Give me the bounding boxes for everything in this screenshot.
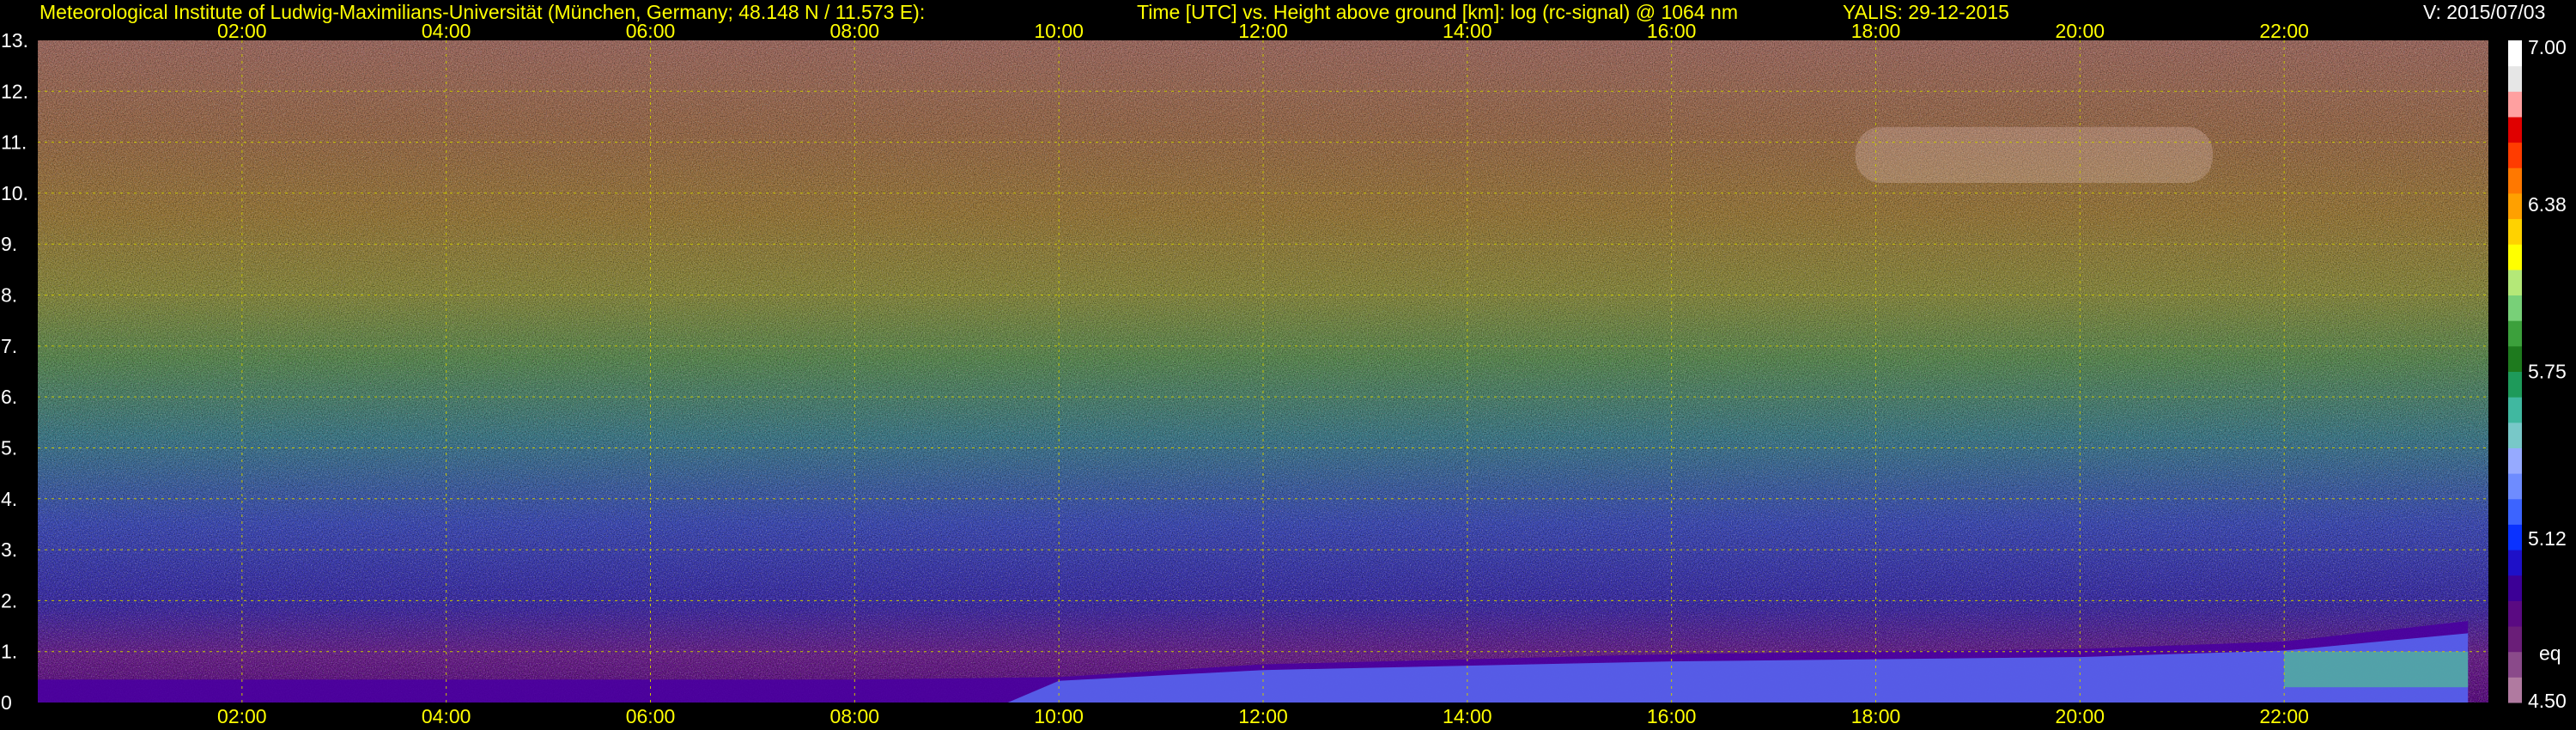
x-axis-top: 02:00 04:00 06:00 08:00 10:00 12:00 14:00 16:00… <box>217 20 2309 42</box>
colorbar-swatch <box>2508 677 2522 703</box>
colorbar-swatch <box>2508 40 2522 67</box>
y-tick-label: 9. <box>1 233 17 255</box>
colorbar-swatch <box>2508 600 2522 627</box>
x-tick-label-top: 16:00 <box>1647 20 1697 42</box>
lidar-heatmap-chart: 02:00 04:00 06:00 08:00 10:00 12:00 14:00 16:00… <box>1 20 2567 727</box>
colorbar-swatch <box>2508 371 2522 398</box>
x-tick-label-bottom: 08:00 <box>830 705 880 727</box>
colorbar-swatch <box>2508 626 2522 653</box>
x-tick-label-top: 14:00 <box>1443 20 1492 42</box>
colorbar-swatch <box>2508 116 2522 143</box>
x-tick-label-top: 02:00 <box>217 20 267 42</box>
x-tick-label-bottom: 22:00 <box>2259 705 2309 727</box>
y-tick-label: 2. <box>1 589 17 611</box>
colorbar-swatch <box>2508 320 2522 347</box>
cirrus-cloud <box>1855 126 2213 184</box>
y-tick-label: 3. <box>1 538 17 561</box>
colorbar-swatch <box>2508 651 2522 678</box>
y-tick-label: 5. <box>1 436 17 459</box>
x-tick-label-bottom: 04:00 <box>422 705 471 727</box>
colorbar-swatch <box>2508 498 2522 525</box>
y-tick-label: 4. <box>1 488 17 510</box>
x-tick-label-top: 10:00 <box>1034 20 1084 42</box>
y-tick-label: 10. <box>1 182 28 204</box>
x-tick-label-bottom: 12:00 <box>1238 705 1288 727</box>
y-tick-label: 13. <box>1 29 28 52</box>
colorbar-swatch <box>2508 244 2522 271</box>
colorbar-tick-label: 6.38 <box>2528 193 2567 216</box>
low-cloud-region <box>2284 651 2469 688</box>
colorbar-swatch <box>2508 167 2522 194</box>
x-tick-label-top: 20:00 <box>2056 20 2105 42</box>
x-tick-label-bottom: 20:00 <box>2056 705 2105 727</box>
y-axis: 0 1. 2. 3. 4. 5. 6. 7. 8. 9. 10. 11. 12. 13. <box>1 29 28 714</box>
x-tick-label-bottom: 18:00 <box>1851 705 1901 727</box>
colorbar-swatch <box>2508 575 2522 601</box>
colorbar-tick-label: 4.50 <box>2528 690 2567 712</box>
x-tick-label-top: 06:00 <box>626 20 676 42</box>
colorbar-swatch <box>2508 397 2522 423</box>
colorbar-swatch <box>2508 295 2522 321</box>
x-tick-label-top: 08:00 <box>830 20 880 42</box>
x-tick-label-top: 12:00 <box>1238 20 1288 42</box>
colorbar-swatch <box>2508 473 2522 500</box>
colorbar-swatch <box>2508 345 2522 372</box>
colorbar-swatch <box>2508 65 2522 92</box>
colorbar-swatch <box>2508 192 2522 220</box>
colorbar-tick-label: 5.75 <box>2528 361 2567 383</box>
colorbar-swatch <box>2508 142 2522 168</box>
x-axis-bottom: 02:00 04:00 06:00 08:00 10:00 12:00 14:00 16:00… <box>217 705 2309 727</box>
x-tick-label-bottom: 02:00 <box>217 705 267 727</box>
y-tick-label: 12. <box>1 80 28 102</box>
y-tick-label: 7. <box>1 335 17 357</box>
x-tick-label-top: 18:00 <box>1851 20 1901 42</box>
colorbar-tick-label: 5.12 <box>2528 527 2567 550</box>
colorbar-swatch <box>2508 524 2522 551</box>
y-tick-label: 1. <box>1 641 17 663</box>
colorbar-swatch <box>2508 550 2522 576</box>
colorbar-swatch <box>2508 218 2522 245</box>
colorbar-eq-label: eq <box>2539 642 2561 665</box>
colorbar: 7.00 6.38 5.75 5.12 4.50 eq <box>2508 36 2567 712</box>
colorbar-swatch <box>2508 91 2522 118</box>
colorbar-swatch <box>2508 422 2522 448</box>
x-tick-label-top: 22:00 <box>2259 20 2309 42</box>
y-tick-label: 0 <box>1 691 12 714</box>
x-tick-label-bottom: 16:00 <box>1647 705 1697 727</box>
y-tick-label: 6. <box>1 386 17 408</box>
x-tick-label-bottom: 14:00 <box>1443 705 1492 727</box>
colorbar-tick-label: 7.00 <box>2528 36 2567 58</box>
y-tick-label: 8. <box>1 284 17 307</box>
x-tick-label-top: 04:00 <box>422 20 471 42</box>
y-tick-label: 11. <box>1 131 27 154</box>
x-tick-label-bottom: 10:00 <box>1034 705 1084 727</box>
colorbar-swatch <box>2508 269 2522 296</box>
x-tick-label-bottom: 06:00 <box>626 705 676 727</box>
colorbar-swatch <box>2508 447 2522 474</box>
